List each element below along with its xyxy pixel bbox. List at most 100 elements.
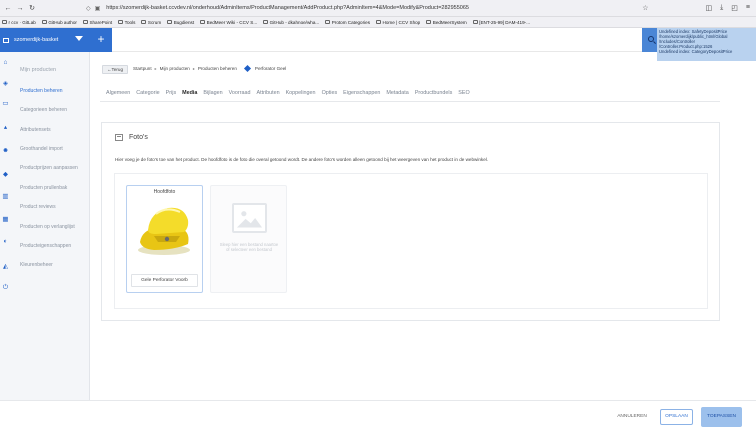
bookmark-item[interactable]: [ENT-25-99] DAM-419-... (472, 20, 530, 25)
ccv-icon (376, 20, 382, 24)
error-notice: Undefined index: SafetyDepositPrice /hom… (657, 28, 756, 61)
folder-icon (2, 20, 7, 24)
layers-icon[interactable]: ◈ (0, 79, 11, 87)
tab-categorie[interactable]: Categorie (136, 88, 165, 102)
apply-button[interactable]: TOEPASSEN (701, 407, 742, 427)
sidebar-item-attributensets[interactable]: Attributensets (20, 127, 51, 133)
home-icon[interactable]: ⌂ (0, 59, 11, 66)
placeholder-mountain (236, 218, 263, 228)
users-icon[interactable]: ☻ (0, 147, 11, 154)
reload-icon[interactable]: ↻ (28, 4, 36, 12)
chevron-right-icon: ▸ (154, 66, 157, 71)
bookmark-item[interactable]: GitHub - dkahnoe/wha... (263, 20, 319, 25)
bookmark-item[interactable]: BedMeerSystem (426, 20, 467, 25)
chevron-right-icon: ▸ (192, 66, 195, 71)
sidebar-section-header: Mijn producten (20, 67, 57, 73)
store-selector[interactable]: szomerdijk-basket (0, 28, 90, 52)
photos-area (114, 173, 708, 309)
folder-icon (141, 20, 147, 24)
bookmark-item[interactable]: Protom Categories (325, 20, 370, 25)
bookmark-item[interactable]: Tools (118, 20, 135, 25)
menu-icon[interactable]: ≡ (746, 4, 750, 12)
url-input[interactable]: https://szomerdijk-basket.ccvdev.nl/onde… (106, 5, 636, 11)
jira-icon (472, 20, 478, 24)
main-photo-caption[interactable]: Gele Perforator Voorb (131, 274, 198, 287)
shield-icon[interactable]: ◇ (86, 5, 91, 12)
sidebar-item-productprijzen[interactable]: Productprijzen aanpassen (20, 165, 78, 171)
bookmark-star-icon[interactable]: ☆ (642, 4, 648, 12)
tab-metadata[interactable]: Metadata (386, 88, 414, 102)
tab-productbundels[interactable]: Productbundels (415, 88, 458, 102)
sidebar-item-producteigenschappen[interactable]: Producteigenschappen (20, 243, 71, 249)
search-icon[interactable] (648, 36, 654, 42)
power-icon[interactable]: ⏻ (0, 284, 11, 292)
pocket-icon[interactable]: ◫ (706, 4, 713, 12)
github-icon (263, 20, 269, 24)
tab-prijs[interactable]: Prijs (166, 88, 182, 102)
bookmark-item[interactable]: BedMeer Wiki - CCV S... (200, 20, 257, 25)
back-arrow-icon[interactable]: ← (4, 5, 12, 12)
tab-opties[interactable]: Opties (322, 88, 344, 102)
tab-eigenschappen[interactable]: Eigenschappen (343, 88, 386, 102)
back-button[interactable]: ← Terug (102, 65, 128, 74)
sidebar-item-kleurenbeheer[interactable]: Kleurenbeheer (20, 262, 53, 268)
lock-icon[interactable]: ▣ (95, 5, 101, 12)
bookmark-item[interactable]: GitHub author (41, 20, 77, 25)
sidebar-item-groothandel[interactable]: Groothandel import (20, 146, 63, 152)
sidebar-item-verlanglijst[interactable]: Producten op verlanglijst (20, 224, 75, 230)
globe-icon (200, 20, 206, 24)
punch-hole (164, 236, 170, 242)
tab-seo[interactable]: SEO (458, 88, 475, 102)
graduation-icon[interactable]: ◭ (0, 262, 11, 270)
tab-bijlagen[interactable]: Bijlagen (203, 88, 228, 102)
grid-icon[interactable]: ▦ (0, 215, 11, 223)
product-icon (243, 64, 251, 73)
bookmark-item[interactable]: Scrum (141, 20, 161, 25)
bookmark-item[interactable]: Bugdienst (167, 20, 194, 25)
bookmark-item[interactable]: r ccv · GitLab (2, 20, 36, 25)
tab-voorraad[interactable]: Voorraad (229, 88, 257, 102)
chevron-down-icon (75, 36, 83, 41)
breadcrumb: Startpunt ▸ Mijn producten ▸ Producten b… (133, 64, 286, 73)
photo-drop-zone[interactable] (210, 185, 287, 293)
sidebar-item-producten-beheren[interactable]: Producten beheren (20, 88, 63, 94)
tag-icon[interactable]: ◆ (0, 170, 11, 178)
folder-icon (82, 20, 88, 24)
cart-icon[interactable]: ▴ (0, 123, 11, 131)
extensions-icon[interactable]: ◰ (731, 4, 738, 12)
card-description: Hier voeg je de foto's toe van het produ… (115, 157, 489, 162)
window-icon[interactable]: ▭ (0, 99, 11, 107)
forward-arrow-icon[interactable]: → (16, 5, 24, 12)
tab-algemeen[interactable]: Algemeen (106, 88, 136, 102)
folder-icon (167, 20, 173, 24)
breadcrumb-item[interactable]: Startpunt (133, 66, 152, 71)
bookmark-item[interactable]: Home | CCV Shop (376, 20, 420, 25)
palette-icon[interactable]: ◐ (0, 238, 11, 245)
gitlab-icon (426, 20, 432, 24)
tab-divider (100, 101, 720, 102)
tab-media[interactable]: Media (182, 88, 203, 102)
gitlab-icon (325, 20, 331, 24)
folder-icon (118, 20, 124, 24)
save-button[interactable]: OPSLAAN (660, 409, 693, 425)
image-placeholder-icon (232, 203, 267, 233)
main-photo-label: Hoofdfoto (153, 189, 176, 195)
sidebar-item-prullenbak[interactable]: Producten prullenbak (20, 185, 67, 191)
tab-attributen[interactable]: Attributen (257, 88, 286, 102)
placeholder-sun (241, 211, 247, 217)
add-button[interactable]: + (90, 28, 112, 52)
image-icon (115, 134, 123, 141)
sidebar-item-categorieen[interactable]: Categorieen beheren (20, 107, 67, 113)
card-title: Foto's (129, 134, 148, 141)
chart-icon[interactable]: ▥ (0, 192, 11, 200)
bookmark-item[interactable]: SharePoint (82, 20, 112, 25)
cancel-button[interactable]: ANNULEREN (612, 411, 652, 423)
drop-zone-text: Sleep hier een bestand naartoe of select… (219, 242, 279, 253)
browser-toolbar: ← → ↻ ◇ ▣ https://szomerdijk-basket.ccvd… (0, 0, 756, 17)
breadcrumb-item[interactable]: Mijn producten (160, 66, 190, 71)
tab-koppelingen[interactable]: Koppelingen (286, 88, 322, 102)
breadcrumb-item[interactable]: Producten beheren (198, 66, 237, 71)
download-icon[interactable]: ⤓ (720, 4, 723, 12)
sidebar-item-reviews[interactable]: Product reviews (20, 204, 56, 210)
product-tabs: Algemeen Categorie Prijs Media Bijlagen … (106, 88, 476, 102)
